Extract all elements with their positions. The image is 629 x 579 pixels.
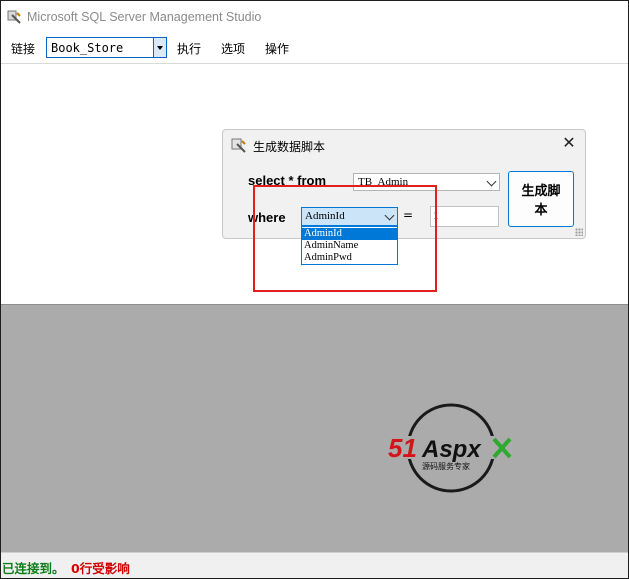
menu-connect[interactable]: 链接 <box>11 40 35 57</box>
menu-bar: 链接 Book_Store 执行 选项 操作 <box>1 33 628 64</box>
51aspx-logo-watermark: 51 Aspx 源码服务专家 <box>386 403 516 493</box>
window-title: Microsoft SQL Server Management Studio <box>27 10 262 24</box>
menu-operate[interactable]: 操作 <box>265 40 289 57</box>
menu-options[interactable]: 选项 <box>221 40 245 57</box>
resize-grip-icon[interactable] <box>575 228 583 236</box>
menu-execute[interactable]: 执行 <box>177 40 201 57</box>
generate-script-button[interactable]: 生成脚本 <box>508 171 574 227</box>
svg-text:Aspx: Aspx <box>421 436 482 463</box>
database-combobox[interactable]: Book_Store <box>46 37 167 58</box>
status-connected: 已连接到。 <box>2 561 65 576</box>
svg-text:51: 51 <box>388 433 417 463</box>
status-rows-affected: 0行受影响 <box>71 561 130 576</box>
status-bar: 已连接到。 0行受影响 <box>1 552 628 578</box>
generate-script-button-label: 生成脚本 <box>521 184 561 218</box>
database-combobox-value: Book_Store <box>51 41 124 55</box>
dialog-title: 生成数据脚本 <box>253 140 326 154</box>
annotation-highlight-box <box>253 185 437 292</box>
value-input[interactable]: 1 <box>430 206 499 227</box>
svg-text:源码服务专家: 源码服务专家 <box>422 461 470 471</box>
chevron-down-icon[interactable] <box>153 38 166 57</box>
close-icon[interactable]: ✕ <box>561 135 577 151</box>
results-panel <box>1 304 628 553</box>
dialog-app-icon <box>231 138 246 153</box>
ssms-app-icon <box>7 10 21 24</box>
chevron-down-icon <box>486 176 497 187</box>
app-window: Microsoft SQL Server Management Studio 链… <box>0 0 629 579</box>
title-bar: Microsoft SQL Server Management Studio <box>1 1 628 33</box>
